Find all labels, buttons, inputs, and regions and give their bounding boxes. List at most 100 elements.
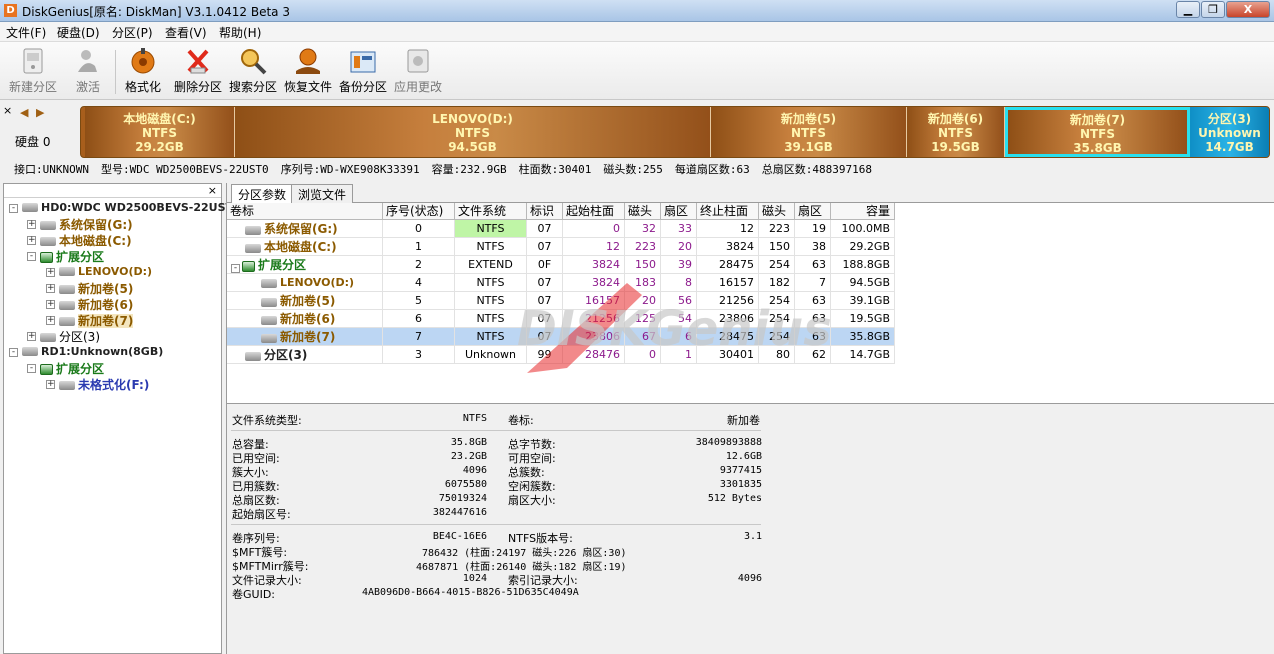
expand-toggle[interactable]: + <box>27 236 36 245</box>
search-partition-button[interactable]: 搜索分区 <box>226 46 280 98</box>
new-partition-button[interactable]: 新建分区 <box>6 46 60 98</box>
col-header-end-head[interactable]: 磁头 <box>759 203 795 220</box>
partition-icon <box>59 381 75 390</box>
partition-icon <box>40 333 56 342</box>
expand-toggle[interactable]: + <box>27 332 36 341</box>
table-row-selected[interactable]: 新加卷(7) 7 NTFS 07 23806 67 6 28475 254 63… <box>227 328 895 346</box>
menu-bar: 文件(F) 硬盘(D) 分区(P) 查看(V) 帮助(H) <box>0 22 1274 42</box>
partition-icon <box>245 225 261 235</box>
partition-segment-selected[interactable]: 新加卷(7) NTFS 35.8GB <box>1005 107 1190 157</box>
expand-toggle[interactable]: - <box>27 364 36 373</box>
activate-icon <box>78 50 97 72</box>
expand-toggle[interactable]: - <box>27 252 36 261</box>
table-row[interactable]: 系统保留(G:) 0 NTFS 07 0 32 33 12 223 19 100… <box>227 220 895 238</box>
col-header-end-sector[interactable]: 扇区 <box>795 203 831 220</box>
search-partition-icon <box>241 49 267 75</box>
main-pane: 分区参数 浏览文件 卷标 序号(状态) 文件系统 标识 起始柱面 磁头 扇区 终… <box>226 183 1274 654</box>
expand-toggle[interactable]: + <box>27 220 36 229</box>
delete-partition-button[interactable]: 删除分区 <box>171 46 225 98</box>
hard-disk-icon <box>22 203 38 212</box>
col-header-label[interactable]: 卷标 <box>227 203 383 220</box>
expand-toggle[interactable]: - <box>9 348 18 357</box>
next-disk-icon[interactable]: ▶ <box>36 106 44 119</box>
format-button[interactable]: 格式化 <box>116 46 170 98</box>
partition-segment[interactable]: LENOVO(D:) NTFS 94.5GB <box>235 107 711 157</box>
expand-toggle[interactable]: - <box>9 204 18 213</box>
disk-info-line: 接口:UNKNOWN 型号:WDC WD2500BEVS-22UST0 序列号:WD… <box>14 163 872 176</box>
expand-toggle[interactable]: + <box>46 380 55 389</box>
extended-partition-icon <box>40 252 53 263</box>
table-row[interactable]: 本地磁盘(C:) 1 NTFS 07 12 223 20 3824 150 38… <box>227 238 895 256</box>
table-row[interactable]: 新加卷(6) 6 NTFS 07 21256 125 54 23806 254 … <box>227 310 895 328</box>
partition-segment[interactable]: 新加卷(5) NTFS 39.1GB <box>711 107 907 157</box>
table-row[interactable]: LENOVO(D:) 4 NTFS 07 3824 183 8 16157 18… <box>227 274 895 292</box>
disk-tree-pane: × - HD0:WDC WD2500BEVS-22UST0 + 系统保留(G:)… <box>3 183 241 654</box>
tree-close-icon[interactable]: × <box>208 184 217 197</box>
tree-header: × <box>4 184 221 198</box>
expand-toggle[interactable]: + <box>46 316 55 325</box>
tree-node-extended[interactable]: 扩展分区 <box>40 360 104 376</box>
window-title: DiskGenius[原名: DiskMan] V3.1.0412 Beta 3 <box>22 5 290 19</box>
tree-node-partition[interactable]: LENOVO(D:) <box>59 264 152 280</box>
minimize-button[interactable]: ▁ <box>1176 1 1200 18</box>
menu-file[interactable]: 文件(F) <box>6 24 46 41</box>
col-header-fs[interactable]: 文件系统 <box>455 203 527 220</box>
expand-toggle[interactable]: + <box>46 284 55 293</box>
col-header-id[interactable]: 标识 <box>527 203 563 220</box>
partition-segment[interactable]: 分区(3) Unknown 14.7GB <box>1190 107 1269 157</box>
tree-node-rd1[interactable]: RD1:Unknown(8GB) <box>22 344 163 360</box>
menu-view[interactable]: 查看(V) <box>165 24 207 41</box>
backup-partition-button[interactable]: 备份分区 <box>336 46 390 98</box>
col-header-sector[interactable]: 扇区 <box>661 203 697 220</box>
toolbar: 新建分区 激活 格式化 删除分区 搜索分区 恢复文件 备份分区 应用更改 <box>0 42 1274 100</box>
table-row[interactable]: - 扩展分区 2 EXTEND 0F 3824 150 39 28475 254 … <box>227 256 895 274</box>
partition-segment[interactable]: 本地磁盘(C:) NTFS 29.2GB <box>85 107 235 157</box>
tree-node-partition[interactable]: 新加卷(5) <box>59 280 133 296</box>
recover-files-icon <box>296 48 320 74</box>
extended-partition-icon <box>242 260 255 272</box>
close-button[interactable]: X <box>1226 1 1270 18</box>
partition-details-panel: 文件系统类型: NTFS 卷标: 新加卷 总容量: 35.8GB 已用空间: 23.… <box>227 403 1274 654</box>
partition-icon <box>59 285 75 294</box>
tree-node-partition[interactable]: 本地磁盘(C:) <box>40 232 132 248</box>
menu-disk[interactable]: 硬盘(D) <box>57 24 100 41</box>
col-header-capacity[interactable]: 容量 <box>831 203 895 220</box>
tab-partition-params[interactable]: 分区参数 <box>231 184 294 204</box>
tree-node-extended[interactable]: 扩展分区 <box>40 248 104 264</box>
table-row[interactable]: 新加卷(5) 5 NTFS 07 16157 20 56 21256 254 6… <box>227 292 895 310</box>
activate-button[interactable]: 激活 <box>61 46 115 98</box>
disk-label: 硬盘 0 <box>15 135 51 149</box>
partition-icon <box>261 297 277 307</box>
menu-partition[interactable]: 分区(P) <box>112 24 153 41</box>
apply-changes-button[interactable]: 应用更改 <box>391 46 445 98</box>
partition-icon <box>59 317 75 326</box>
menu-help[interactable]: 帮助(H) <box>219 24 261 41</box>
diskbar-close-icon[interactable]: × <box>3 104 12 117</box>
expand-toggle[interactable]: + <box>46 300 55 309</box>
tree-node-unformatted[interactable]: 未格式化(F:) <box>59 376 149 392</box>
tree-node-partition[interactable]: 新加卷(6) <box>59 296 133 312</box>
tab-browse-files[interactable]: 浏览文件 <box>291 184 354 203</box>
expand-toggle[interactable]: - <box>231 264 240 273</box>
tree-node-hd0[interactable]: HD0:WDC WD2500BEVS-22UST0 <box>22 200 241 216</box>
partition-icon <box>261 278 277 288</box>
partition-icon <box>59 301 75 310</box>
tree-node-partition[interactable]: 分区(3) <box>40 328 100 344</box>
col-header-index[interactable]: 序号(状态) <box>383 203 455 220</box>
tab-strip: 分区参数 浏览文件 <box>227 183 1274 204</box>
partition-icon <box>261 333 277 343</box>
tree-node-partition-selected[interactable]: 新加卷(7) <box>59 312 134 328</box>
extended-partition-icon <box>40 364 53 375</box>
partition-map: 本地磁盘(C:) NTFS 29.2GB LENOVO(D:) NTFS 94.5GB … <box>80 106 1270 158</box>
table-row[interactable]: 分区(3) 3 Unknown 99 28476 0 1 30401 80 62… <box>227 346 895 364</box>
recover-files-button[interactable]: 恢复文件 <box>281 46 335 98</box>
prev-disk-icon[interactable]: ◀ <box>20 106 28 119</box>
tree-node-partition[interactable]: 系统保留(G:) <box>40 216 133 232</box>
expand-toggle[interactable]: + <box>46 268 55 277</box>
new-partition-icon <box>23 48 43 74</box>
col-header-head[interactable]: 磁头 <box>625 203 661 220</box>
col-header-start-cyl[interactable]: 起始柱面 <box>563 203 625 220</box>
col-header-end-cyl[interactable]: 终止柱面 <box>697 203 759 220</box>
partition-segment[interactable]: 新加卷(6) NTFS 19.5GB <box>907 107 1005 157</box>
maximize-button[interactable]: ❐ <box>1201 1 1225 18</box>
